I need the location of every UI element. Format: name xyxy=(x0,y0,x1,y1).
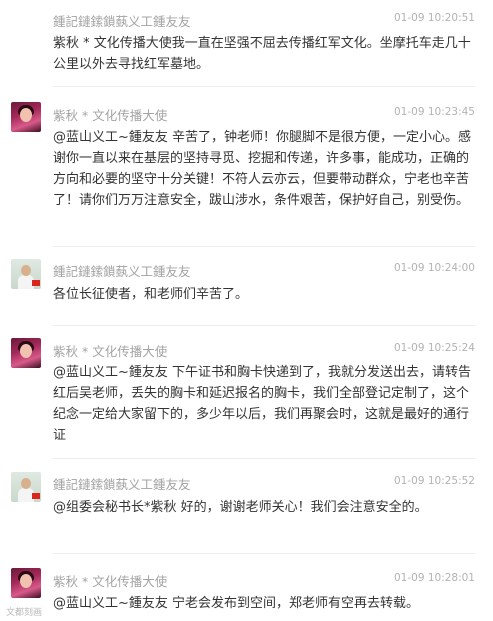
divider xyxy=(53,86,475,87)
comment-author[interactable]: 鍾記鏈鎍鎖蓺义工鍾友友 xyxy=(53,11,191,30)
comment-author[interactable]: 紫秋 * 文化传播大使 xyxy=(53,105,167,124)
comment-text: 紫秋 * 文化传播大使我一直在坚强不屈去传播红军文化。坐摩托车走几十公里以外去寻… xyxy=(53,36,471,72)
avatar[interactable] xyxy=(11,259,41,289)
flag-icon xyxy=(32,280,40,286)
avatar[interactable] xyxy=(11,472,41,502)
comment-author[interactable]: 紫秋 * 文化传播大使 xyxy=(53,571,167,590)
comment-time: 01-09 10:25:52 xyxy=(393,475,475,487)
comment-time: 01-09 10:23:45 xyxy=(393,106,475,118)
divider xyxy=(53,458,475,459)
divider xyxy=(53,246,475,247)
avatar[interactable] xyxy=(11,568,41,598)
flag-icon xyxy=(32,493,40,499)
comment-text: @蓝山义工~鍾友友 宁老会发布到空间，郑老师有空再去转载。 xyxy=(53,596,420,611)
comment-text: @蓝山义工~鍾友友 辛苦了，钟老师！你腿脚不是很方便，一定小心。感谢你一直以来在… xyxy=(53,130,472,208)
comment-time: 01-09 10:25:24 xyxy=(393,342,475,354)
comment-text: @组委会秘书长*紫秋 好的，谢谢老师关心！我们会注意安全的。 xyxy=(53,500,428,515)
comment-author[interactable]: 紫秋 * 文化传播大使 xyxy=(53,341,167,360)
comment-author[interactable]: 鍾記鏈鎍鎖蓺义工鍾友友 xyxy=(53,261,191,280)
divider xyxy=(53,325,475,326)
comment-time: 01-09 10:28:01 xyxy=(393,572,475,584)
divider xyxy=(53,553,475,554)
comment-text: @蓝山义工~鍾友友 下午证书和胸卡快递到了，我就分发送出去，请转告红后吴老师，丢… xyxy=(53,365,472,443)
comment-text: 各位长征使者，和老师们辛苦了。 xyxy=(53,287,249,302)
comment-author[interactable]: 鍾記鏈鎍鎖蓺义工鍾友友 xyxy=(53,474,191,493)
watermark: 文都刻画 xyxy=(6,608,43,618)
comment-time: 01-09 10:20:51 xyxy=(393,12,475,24)
avatar[interactable] xyxy=(11,102,41,132)
comment-time: 01-09 10:24:00 xyxy=(393,262,475,274)
avatar[interactable] xyxy=(11,338,41,368)
